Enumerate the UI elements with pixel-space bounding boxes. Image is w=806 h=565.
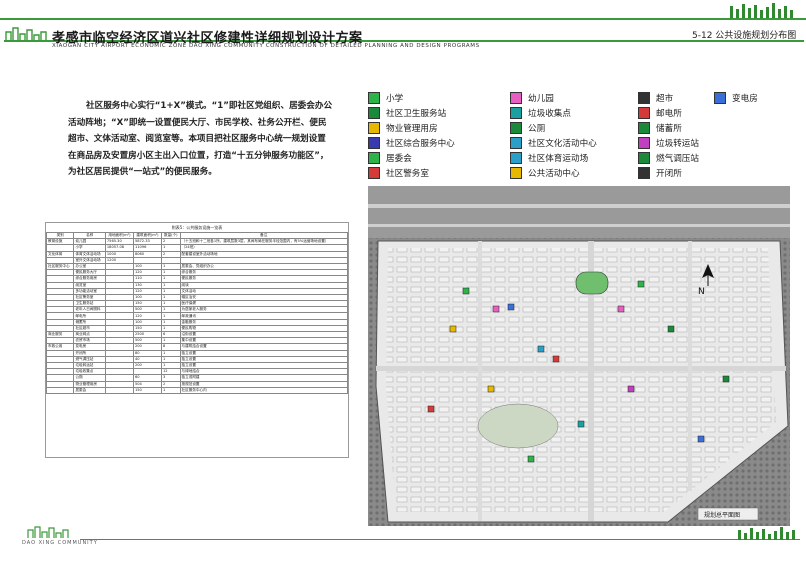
- culture-center-icon: [510, 137, 522, 149]
- facility-table-grid: 类别 名称 用地面积(m²) 建筑面积(m²) 数量(个) 备注 教育设施 幼儿园 7565.…: [46, 231, 348, 394]
- page-label: 5-12 公共设施规划分布图: [692, 31, 797, 41]
- legend-label: 邮电所: [656, 109, 682, 119]
- legend-label: 储蓄所: [656, 124, 682, 134]
- legend-label: 物业管理用房: [386, 124, 438, 134]
- table-header-cell: 建筑面积(m²): [132, 231, 163, 240]
- property-management-icon: [368, 122, 380, 134]
- legend-label: 社区文化活动中心: [528, 139, 597, 149]
- legend-item: 社区综合服务中心: [368, 137, 455, 149]
- garbage-point-icon: [510, 107, 522, 119]
- legend-label: 社区卫生服务站: [386, 109, 447, 119]
- north-label: N: [698, 287, 705, 297]
- table-header-cell: 用地面积(m²): [104, 231, 134, 240]
- post-office-icon: [638, 107, 650, 119]
- activity-center-icon: [510, 167, 522, 179]
- substation-icon: [714, 92, 726, 104]
- legend-item: 社区体育运动场: [510, 152, 588, 164]
- legend-item: 开闭所: [638, 167, 682, 179]
- legend-label: 社区综合服务中心: [386, 139, 455, 149]
- intro-text: 社区服务中心实行“1+X”模式。“1”即社区党组织、居委会办公活动阵地；“X”即…: [68, 101, 333, 178]
- legend-item: 幼儿园: [510, 92, 554, 104]
- footer-brand: DAO XING COMMUNITY: [22, 540, 98, 546]
- legend-label: 公共活动中心: [528, 169, 580, 179]
- table-cell: 居委会: [73, 386, 106, 394]
- health-station-icon: [368, 107, 380, 119]
- table-cell: [104, 386, 134, 394]
- map-legend: 小学 幼儿园 超市 变电房社区卫生服务站 垃圾收集点 邮电所物业管理用房 公厕 储蓄所社区综合…: [368, 92, 798, 182]
- intro-paragraph: 社区服务中心实行“1+X”模式。“1”即社区党组织、居委会办公活动阵地；“X”即…: [68, 98, 333, 181]
- site-plan-drawing: N 规划总平面图: [368, 186, 790, 526]
- header-decoration: [0, 3, 806, 20]
- table-cell: （十五班和十二班各1所，建筑层数3层，其间布局在服务半径范围内，有5%运营场地设…: [179, 238, 348, 246]
- table-row: 居委会 150 1 社区服务中心内: [46, 386, 348, 394]
- legend-item: 物业管理用房: [368, 122, 438, 134]
- legend-item: 垃圾收集点: [510, 107, 571, 119]
- savings-bank-icon: [638, 122, 650, 134]
- legend-item: 储蓄所: [638, 122, 682, 134]
- footer-decoration: [738, 527, 795, 540]
- legend-label: 幼儿园: [528, 94, 554, 104]
- legend-item: 社区卫生服务站: [368, 107, 446, 119]
- footer-skyline-logo: [27, 526, 69, 538]
- garbage-transfer-icon: [638, 137, 650, 149]
- legend-item: 社区文化活动中心: [510, 137, 597, 149]
- school-icon: [368, 92, 380, 104]
- legend-item: 社区警务室: [368, 167, 429, 179]
- legend-label: 居委会: [386, 154, 412, 164]
- page-subtitle: XIAOGAN CITY AIRPORT ECONOMIC ZONE DAO X…: [52, 43, 480, 49]
- legend-label: 变电房: [732, 94, 758, 104]
- kindergarten-icon: [510, 92, 522, 104]
- legend-item: 公厕: [510, 122, 545, 134]
- residents-committee-icon: [368, 152, 380, 164]
- legend-label: 燃气调压站: [656, 154, 699, 164]
- legend-item: 居委会: [368, 152, 412, 164]
- legend-item: 垃圾转运站: [638, 137, 699, 149]
- legend-item: 超市: [638, 92, 673, 104]
- table-cell: 150: [132, 386, 163, 394]
- map-scale-label: 规划总平面图: [704, 511, 740, 519]
- legend-item: 公共活动中心: [510, 167, 580, 179]
- table-body: 教育设施 幼儿园 7565.30 5872.33 2 （十五班和十二班各1所，建筑层数3层…: [46, 238, 348, 394]
- legend-label: 公厕: [528, 124, 546, 134]
- legend-label: 垃圾转运站: [656, 139, 699, 149]
- legend-item: 变电房: [714, 92, 758, 104]
- legend-label: 垃圾收集点: [528, 109, 571, 119]
- facility-table: 附表5：公共服务设施一览表 类别 名称 用地面积(m²) 建筑面积(m²) 数量(个) 备…: [45, 222, 349, 458]
- supermarket-icon: [638, 92, 650, 104]
- legend-item: 邮电所: [638, 107, 682, 119]
- gas-station-icon: [638, 152, 650, 164]
- table-cell: [46, 386, 75, 394]
- legend-label: 社区体育运动场: [528, 154, 589, 164]
- table-caption: 附表5：公共服务设施一览表: [171, 225, 223, 230]
- switching-station-icon: [638, 167, 650, 179]
- police-room-icon: [368, 167, 380, 179]
- footer-rule: [80, 539, 800, 540]
- sports-field-icon: [510, 152, 522, 164]
- community-center-icon: [368, 137, 380, 149]
- legend-label: 开闭所: [656, 169, 682, 179]
- legend-label: 社区警务室: [386, 169, 429, 179]
- table-header-cell: 数量(个): [161, 231, 181, 240]
- legend-item: 燃气调压站: [638, 152, 699, 164]
- table-cell: 社区服务中心内: [179, 386, 348, 394]
- legend-item: 小学: [368, 92, 403, 104]
- legend-label: 超市: [656, 94, 674, 104]
- site-plan-map: N 规划总平面图: [368, 186, 790, 526]
- table-cell: 1: [161, 386, 181, 394]
- legend-label: 小学: [386, 94, 404, 104]
- toilet-icon: [510, 122, 522, 134]
